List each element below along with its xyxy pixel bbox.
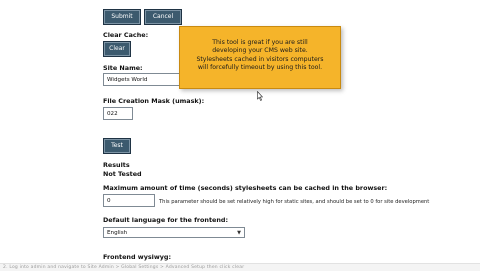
default-language-select[interactable]: English ▼	[103, 227, 245, 238]
max-cache-time-input[interactable]: 0	[103, 194, 155, 207]
site-name-label: Site Name:	[103, 64, 143, 72]
clear-cache-label: Clear Cache:	[103, 31, 149, 39]
results-label: Results	[103, 161, 130, 169]
mouse-cursor-icon	[257, 91, 263, 101]
submit-button[interactable]: Submit	[103, 9, 141, 25]
file-mask-input[interactable]: 022	[103, 107, 133, 120]
tooltip-line-4: will forcefully timeout by using this to…	[197, 64, 323, 72]
tooltip-line-2: developing your CMS web site.	[212, 47, 308, 55]
max-cache-time-label: Maximum amount of time (seconds) stylesh…	[103, 184, 388, 192]
chevron-down-icon: ▼	[237, 230, 241, 236]
tooltip-line-3: Stylesheets cached in visitors computers	[196, 55, 324, 63]
max-cache-time-hint: This parameter should be set relatively …	[159, 199, 430, 205]
default-language-label: Default language for the frontend:	[103, 216, 229, 224]
clear-cache-button[interactable]: Clear	[103, 41, 131, 57]
results-value: Not Tested	[103, 170, 142, 178]
site-name-input[interactable]: Widgets World	[103, 73, 185, 86]
file-mask-label: File Creation Mask (umask):	[103, 97, 205, 105]
test-button[interactable]: Test	[103, 138, 131, 154]
info-tooltip: This tool is great if you are still deve…	[179, 26, 341, 89]
bottom-faded-text: 2. Log into admin and navigate to Site A…	[3, 265, 245, 270]
default-language-value: English	[107, 230, 128, 236]
frontend-wysiwyg-label: Frontend wysiwyg:	[103, 253, 172, 261]
tooltip-line-1: This tool is great if you are still	[212, 39, 308, 46]
cancel-button[interactable]: Cancel	[144, 9, 182, 25]
